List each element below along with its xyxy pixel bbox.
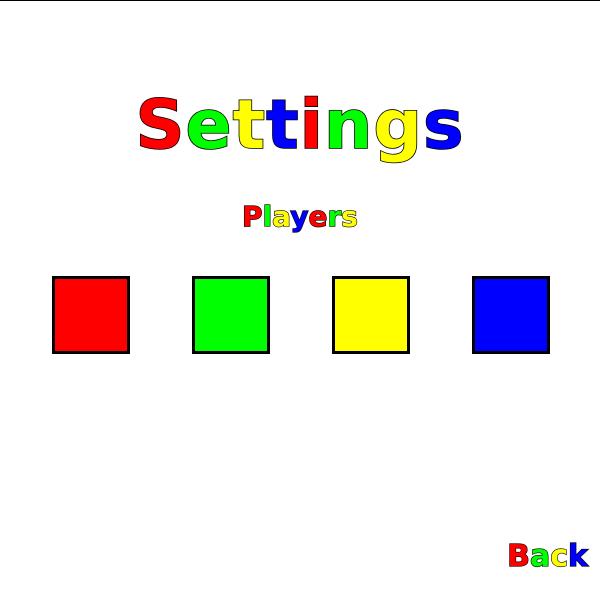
player-3-swatch[interactable] [332, 276, 410, 354]
title-letter: g [373, 86, 424, 165]
section-letter: y [290, 200, 309, 233]
title-letter: t [265, 86, 300, 165]
section-letter: r [327, 200, 342, 233]
back-letter: k [567, 539, 588, 574]
back-letter: c [550, 539, 569, 574]
title-letter: n [323, 86, 374, 165]
back-button[interactable]: Back [507, 539, 589, 574]
section-letter: P [241, 200, 263, 233]
section-letter: l [262, 200, 273, 233]
title-letter: t [232, 86, 267, 165]
section-letter: a [272, 200, 291, 233]
title-letter: S [135, 86, 186, 165]
player-color-row [0, 276, 600, 354]
back-letter: a [529, 539, 551, 574]
player-2-swatch[interactable] [192, 276, 270, 354]
title-letter: e [185, 86, 233, 165]
player-4-swatch[interactable] [472, 276, 550, 354]
page-title: Settings [0, 91, 600, 161]
section-heading-players: Players [0, 200, 600, 233]
section-letter: e [308, 200, 328, 233]
back-letter: B [507, 539, 531, 574]
section-letter: s [341, 200, 359, 233]
title-letter: s [422, 86, 465, 165]
title-letter: i [299, 86, 324, 165]
player-1-swatch[interactable] [52, 276, 130, 354]
top-border [0, 0, 600, 1]
